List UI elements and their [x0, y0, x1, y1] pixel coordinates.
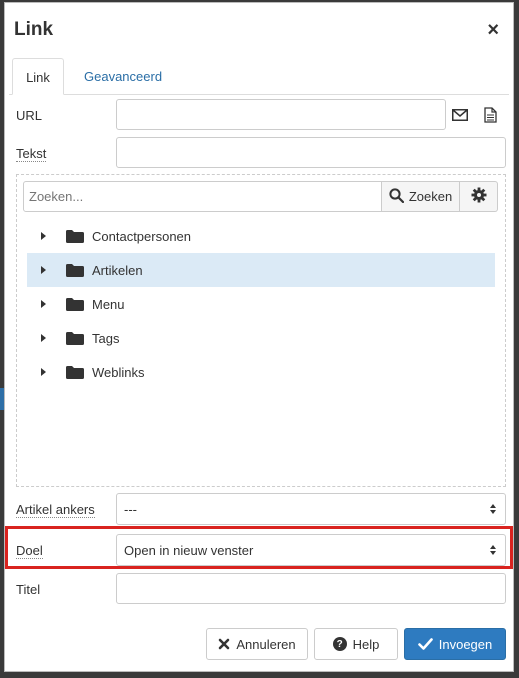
expand-caret-icon[interactable] — [41, 232, 46, 240]
tree-node-artikelen[interactable]: Artikelen — [27, 253, 495, 287]
tree-node-label: Weblinks — [92, 364, 145, 380]
help-icon: ? — [332, 637, 347, 651]
select-arrows-icon — [490, 504, 496, 514]
search-button[interactable]: Zoeken — [382, 181, 460, 212]
close-icon — [219, 638, 230, 650]
expand-caret-icon[interactable] — [41, 334, 46, 342]
text-input[interactable] — [116, 137, 506, 168]
link-browser: Zoeken Contactpersonen Artikelen Menu — [16, 174, 506, 487]
document-icon[interactable] — [481, 106, 499, 124]
title-input[interactable] — [116, 573, 506, 604]
insert-button[interactable]: Invoegen — [404, 628, 506, 660]
url-label: URL — [16, 108, 43, 123]
select-arrows-icon — [490, 545, 496, 555]
close-icon[interactable]: × — [487, 20, 499, 40]
anchors-select[interactable]: --- — [116, 493, 506, 525]
dialog-title: Link — [14, 19, 54, 40]
settings-button[interactable] — [460, 181, 498, 212]
tab-link[interactable]: Link — [12, 58, 64, 95]
title-label: Titel — [16, 582, 41, 597]
url-input[interactable] — [116, 99, 446, 130]
text-label: Tekst — [16, 146, 47, 162]
tree-node-label: Contactpersonen — [92, 228, 192, 244]
help-button-label: Help — [352, 636, 380, 652]
search-input[interactable] — [23, 181, 382, 212]
content-tree: Contactpersonen Artikelen Menu Tags Webl — [27, 219, 495, 389]
tree-node-weblinks[interactable]: Weblinks — [27, 355, 495, 389]
mail-icon[interactable] — [451, 106, 469, 124]
folder-icon — [66, 331, 84, 345]
tree-node-label: Tags — [92, 330, 120, 346]
anchors-select-value: --- — [124, 501, 137, 517]
check-icon — [417, 638, 433, 650]
insert-button-label: Invoegen — [438, 636, 493, 652]
tree-node-tags[interactable]: Tags — [27, 321, 495, 355]
tree-node-label: Menu — [92, 296, 125, 312]
expand-caret-icon[interactable] — [41, 300, 46, 308]
folder-icon — [66, 229, 84, 243]
anchors-label: Artikel ankers — [16, 502, 95, 518]
tree-node-label: Artikelen — [92, 262, 143, 278]
target-select[interactable]: Open in nieuw venster — [116, 534, 506, 566]
search-button-label: Zoeken — [408, 189, 453, 204]
cancel-button-label: Annuleren — [236, 636, 296, 652]
folder-icon — [66, 263, 84, 277]
link-dialog: Link × Link Geavanceerd URL Tekst Zoeken — [4, 2, 514, 672]
gear-icon — [471, 187, 487, 206]
tree-node-menu[interactable]: Menu — [27, 287, 495, 321]
folder-icon — [66, 365, 84, 379]
tree-node-contactpersonen[interactable]: Contactpersonen — [27, 219, 495, 253]
target-label: Doel — [16, 543, 43, 559]
tab-advanced[interactable]: Geavanceerd — [84, 58, 162, 94]
expand-caret-icon[interactable] — [41, 266, 46, 274]
search-icon — [389, 187, 404, 206]
expand-caret-icon[interactable] — [41, 368, 46, 376]
tab-bar: Link Geavanceerd — [9, 58, 509, 95]
help-button[interactable]: ? Help — [314, 628, 398, 660]
cancel-button[interactable]: Annuleren — [206, 628, 308, 660]
target-select-value: Open in nieuw venster — [124, 542, 254, 558]
folder-icon — [66, 297, 84, 311]
